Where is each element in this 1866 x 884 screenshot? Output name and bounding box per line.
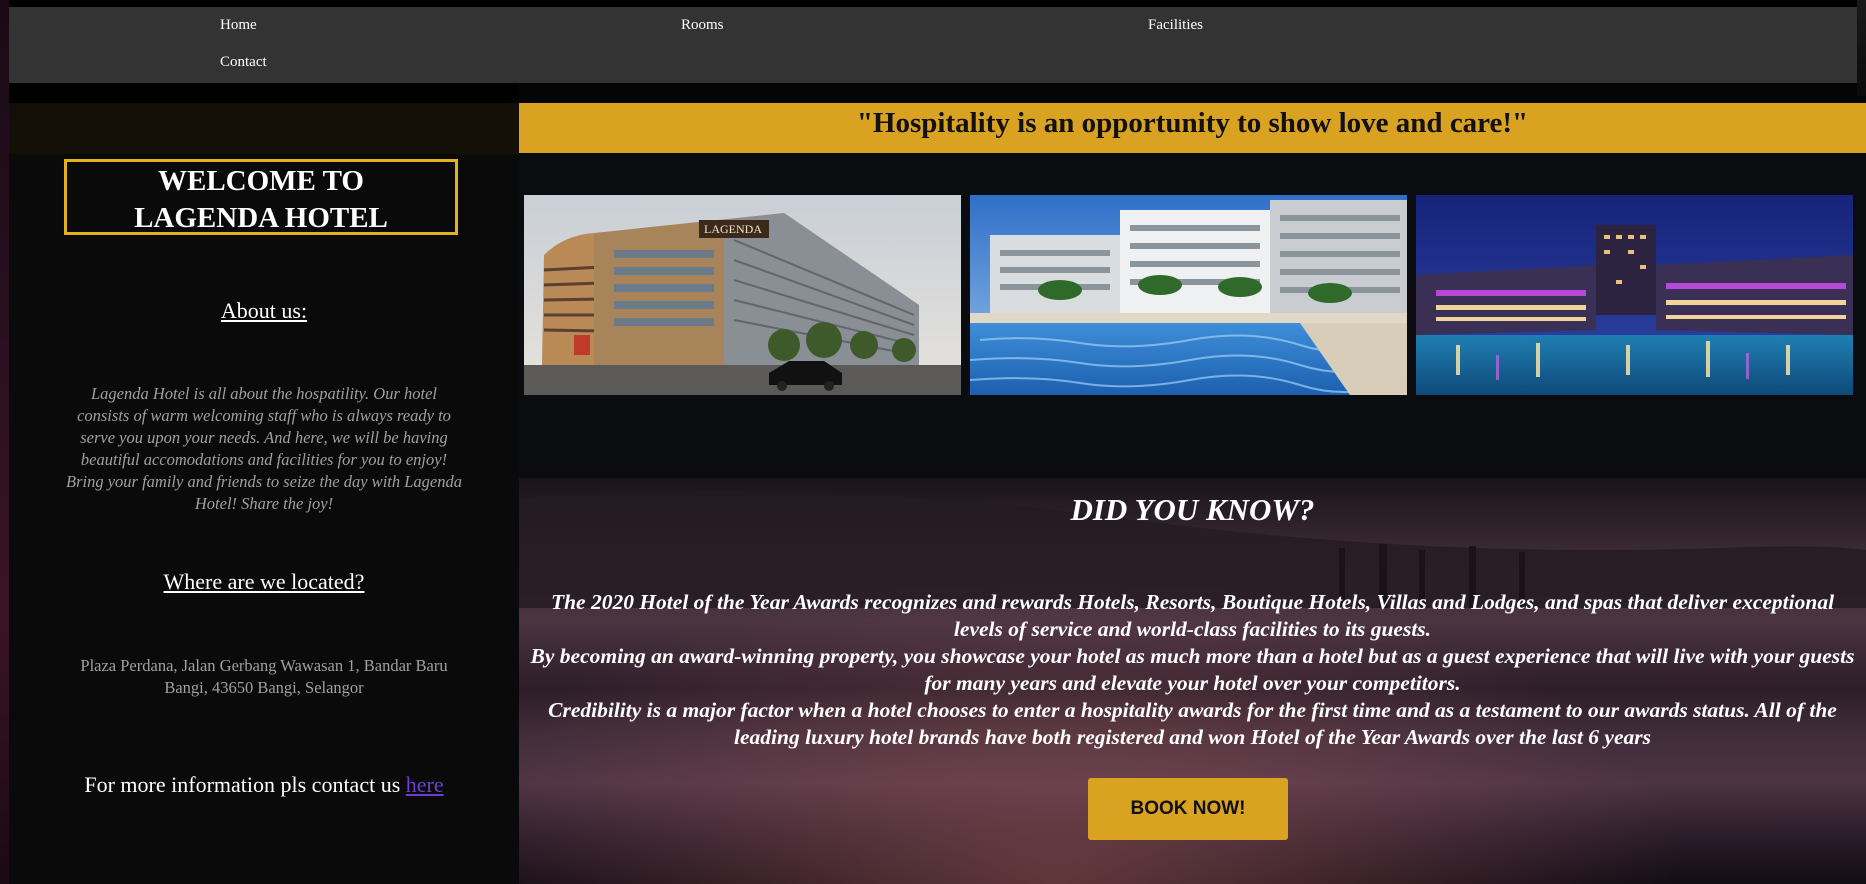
hotel-building-photo: LAGENDA bbox=[524, 195, 961, 395]
top-navbar: Home Rooms Facilities Contact bbox=[9, 7, 1857, 83]
hotel-pool-photo bbox=[970, 195, 1407, 395]
about-heading: About us: bbox=[220, 298, 308, 323]
right-edge bbox=[1857, 0, 1866, 96]
welcome-line-2: LAGENDA HOTEL bbox=[134, 202, 388, 234]
did-you-know-title: DID YOU KNOW? bbox=[1070, 492, 1315, 527]
did-you-know-paragraph: The 2020 Hotel of the Year Awards recogn… bbox=[550, 590, 1835, 641]
welcome-heading-box: WELCOME TO LAGENDA HOTEL bbox=[64, 159, 458, 235]
did-you-know-paragraph: Credibility is a major factor when a hot… bbox=[548, 698, 1837, 749]
left-edge-scenery bbox=[0, 0, 9, 884]
page: Home Rooms Facilities Contact WELCOME TO… bbox=[0, 0, 1866, 884]
nav-facilities-link[interactable]: Facilities bbox=[1148, 17, 1203, 34]
hotel-address: Plaza Perdana, Jalan Gerbang Wawasan 1, … bbox=[80, 656, 448, 697]
book-now-button[interactable]: BOOK NOW! bbox=[1088, 778, 1288, 840]
contact-here-link[interactable]: here bbox=[406, 772, 444, 797]
nav-contact-link[interactable]: Contact bbox=[220, 54, 267, 71]
main-top-strip bbox=[519, 83, 1866, 103]
quote-banner: "Hospitality is an opportunity to show l… bbox=[519, 103, 1866, 153]
about-text: Lagenda Hotel is all about the hospatili… bbox=[66, 384, 462, 513]
main-content: "Hospitality is an opportunity to show l… bbox=[519, 83, 1866, 884]
contact-line: For more information pls contact us here bbox=[9, 772, 519, 798]
did-you-know-body: The 2020 Hotel of the Year Awards recogn… bbox=[529, 589, 1856, 751]
sidebar-top-band bbox=[9, 103, 519, 154]
nav-rooms-link[interactable]: Rooms bbox=[681, 17, 724, 34]
location-heading: Where are we located? bbox=[163, 569, 365, 594]
hotel-night-photo bbox=[1416, 195, 1853, 395]
lagenda-sign-text: LAGENDA bbox=[704, 222, 762, 236]
did-you-know-paragraph: By becoming an award-winning property, y… bbox=[530, 644, 1855, 695]
nav-home-link[interactable]: Home bbox=[220, 17, 257, 34]
welcome-line-1: WELCOME TO bbox=[157, 165, 364, 197]
contact-prefix: For more information pls contact us bbox=[84, 772, 406, 797]
